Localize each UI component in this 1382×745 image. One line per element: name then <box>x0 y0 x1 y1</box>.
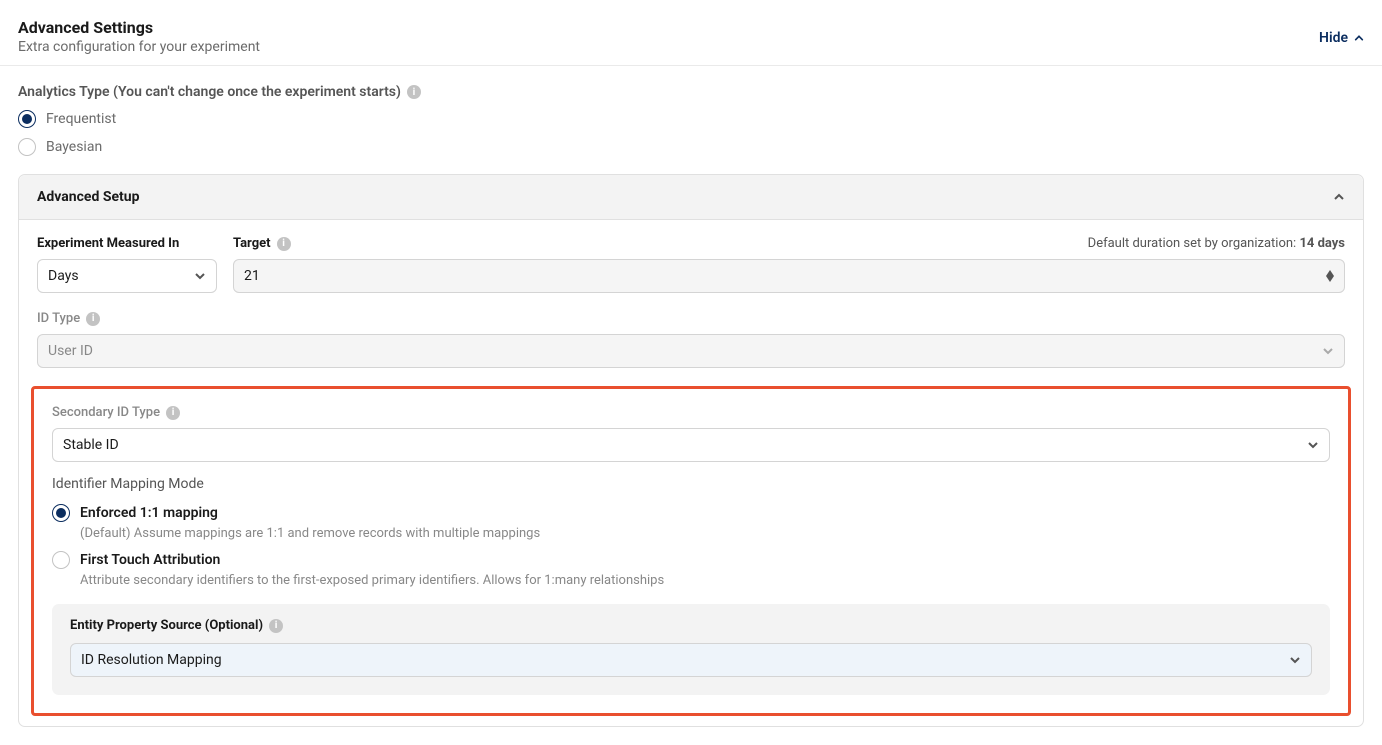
advanced-setup-toggle[interactable]: Advanced Setup <box>19 175 1363 220</box>
id-type-select[interactable]: User ID <box>37 334 1345 368</box>
info-icon[interactable]: i <box>86 312 100 326</box>
hide-button[interactable]: Hide <box>1319 18 1364 46</box>
radio-circle-icon <box>18 110 36 128</box>
chevron-up-icon <box>1354 33 1364 43</box>
info-icon[interactable]: i <box>269 619 283 633</box>
measured-in-select[interactable]: Days <box>37 259 217 293</box>
info-icon[interactable]: i <box>277 237 291 251</box>
info-icon[interactable]: i <box>166 406 180 420</box>
radio-bayesian[interactable]: Bayesian <box>18 138 1364 156</box>
target-label: Target <box>233 236 271 251</box>
radio-frequentist[interactable]: Frequentist <box>18 110 1364 128</box>
secondary-id-type-select[interactable]: Stable ID <box>52 428 1330 462</box>
secondary-id-type-label: Secondary ID Type <box>52 405 160 420</box>
analytics-type-section: Analytics Type (You can't change once th… <box>0 66 1382 174</box>
analytics-type-label: Analytics Type (You can't change once th… <box>18 84 401 100</box>
identifier-mapping-mode-label: Identifier Mapping Mode <box>52 476 1330 492</box>
target-input[interactable]: 21 <box>233 259 1345 293</box>
radio-circle-icon <box>52 551 70 569</box>
entity-property-label: Entity Property Source (Optional) <box>70 618 263 633</box>
advanced-settings-header: Advanced Settings Extra configuration fo… <box>0 0 1382 66</box>
chevron-up-icon <box>1333 191 1345 203</box>
stepper-down-icon <box>1326 276 1334 282</box>
chevron-down-icon <box>194 270 206 282</box>
id-type-label: ID Type <box>37 311 80 326</box>
secondary-id-highlight: Secondary ID Type i Stable ID Identifier… <box>31 386 1351 716</box>
measured-in-label: Experiment Measured In <box>37 236 217 251</box>
radio-enforced-mapping[interactable]: Enforced 1:1 mapping <box>52 504 1330 522</box>
info-icon[interactable]: i <box>407 85 421 99</box>
radio-circle-icon <box>52 504 70 522</box>
default-duration-text: Default duration set by organization: 14… <box>1088 236 1345 251</box>
chevron-down-icon <box>1307 439 1319 451</box>
enforced-mapping-desc: (Default) Assume mappings are 1:1 and re… <box>80 526 1330 541</box>
advanced-setup-panel: Advanced Setup Experiment Measured In Da… <box>18 174 1364 727</box>
radio-circle-icon <box>18 138 36 156</box>
first-touch-desc: Attribute secondary identifiers to the f… <box>80 573 1330 588</box>
radio-first-touch[interactable]: First Touch Attribution <box>52 551 1330 569</box>
page-subtitle: Extra configuration for your experiment <box>18 39 260 55</box>
page-title: Advanced Settings <box>18 18 260 37</box>
chevron-down-icon <box>1322 345 1334 357</box>
stepper-arrows[interactable] <box>1326 270 1334 282</box>
chevron-down-icon <box>1289 654 1301 666</box>
entity-property-panel: Entity Property Source (Optional) i ID R… <box>52 604 1330 695</box>
